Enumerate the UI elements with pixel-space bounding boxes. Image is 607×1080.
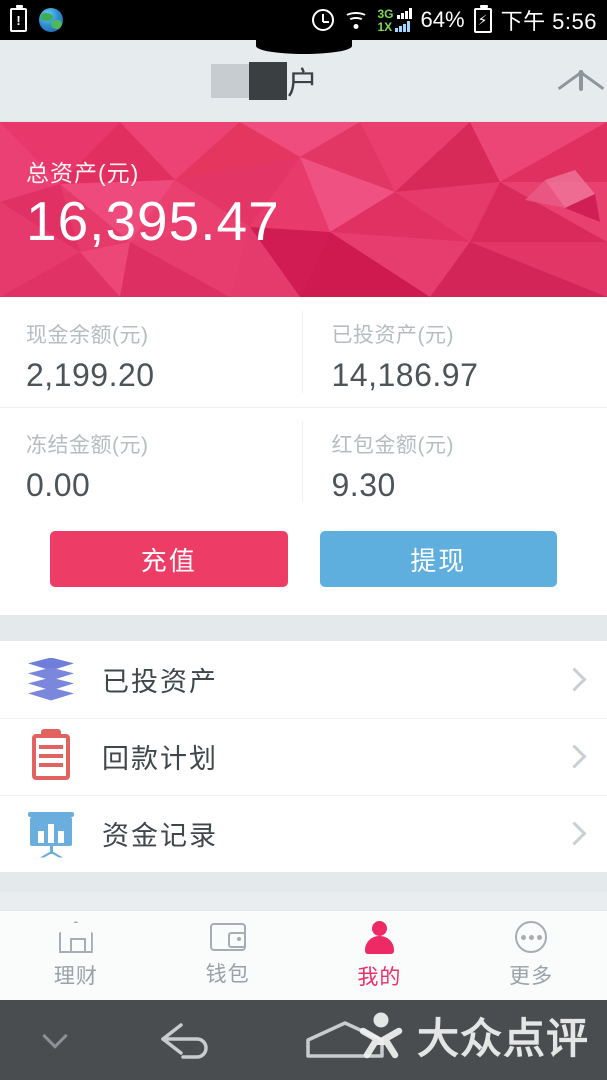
withdraw-button[interactable]: 提现 [319,531,557,587]
menu-item-label: 资金记录 [102,821,218,851]
tab-label: 理财 [53,965,98,988]
tab-more[interactable]: 更多 [455,911,607,1000]
stat-label: 红包金额(元) [331,434,454,457]
total-assets-content: 总资产(元) 16,395.47 [0,122,607,249]
tab-label: 我的 [357,965,402,989]
presentation-chart-icon [22,811,80,858]
stat-label: 冻结金额(元) [26,434,149,457]
tab-licai[interactable]: 理财 [0,911,152,1000]
stat-value: 14,186.97 [331,357,479,393]
stat-cash-balance: 现金余额(元) 2,199.20 [0,297,302,407]
page-title: 户 [211,40,320,121]
menu-item-fund-records[interactable]: 资金记录 [0,795,607,872]
envelope-icon [579,69,583,91]
stat-value: 0.00 [26,467,91,503]
tab-mine[interactable]: 我的 [304,911,456,1000]
total-assets-banner: 总资产(元) 16,395.47 [0,122,607,297]
globe-icon [39,8,63,32]
back-arrow-icon [161,1023,208,1059]
back-button[interactable] [110,1017,260,1063]
status-bar: ! 3G 1X 64% ⚡ 下午 5:56 [0,0,607,40]
page-title-text: 户 [287,66,320,101]
signal-icons: 3G 1X [377,7,412,34]
menu-item-invested-assets[interactable]: 已投资产 [0,641,607,718]
total-assets-value: 16,395.47 [26,190,280,252]
total-assets-label: 总资产(元) [26,160,140,186]
menu-list: 已投资产 回款计划 资金记录 [0,641,607,872]
stat-label: 已投资产(元) [331,324,454,347]
battery-percent: 64% [420,7,465,32]
hide-keyboard-button[interactable] [0,1023,110,1049]
stat-label: 现金余额(元) [26,324,149,347]
chevron-right-icon [562,667,587,692]
person-icon [363,920,395,954]
stat-invested-assets: 已投资产(元) 14,186.97 [301,297,607,407]
menu-item-label: 回款计划 [102,744,218,774]
stats-grid: 现金余额(元) 2,199.20 已投资产(元) 14,186.97 冻结金额(… [0,297,607,517]
action-buttons: 充值 提现 [0,517,607,615]
status-bar-left-icons: ! [10,5,63,32]
signal-3g-label: 3G [377,7,394,21]
bottom-tab-bar: 理财 钱包 我的 更多 [0,910,607,1000]
battery-charging-icon: ⚡ [473,4,492,33]
menu-item-repayment-plan[interactable]: 回款计划 [0,718,607,795]
title-redaction-block-1 [211,63,253,98]
stat-frozen-amount: 冻结金额(元) 0.00 [0,407,302,517]
chevron-down-icon [42,1023,68,1049]
status-bar-time: 下午 5:56 [500,9,597,34]
app-header: 户 [0,38,607,122]
clipboard-icon [22,733,80,780]
home-icon [59,921,93,953]
wifi-icon [343,10,369,30]
wallet-icon [209,923,246,951]
stat-value: 9.30 [331,467,396,503]
mail-button[interactable] [579,69,583,91]
more-ellipsis-icon [515,921,548,953]
layers-icon [22,657,80,702]
alarm-icon [311,9,334,31]
android-nav-bar: 大众点评 [0,1000,607,1080]
stat-red-packet-amount: 红包金额(元) 9.30 [301,407,607,517]
menu-item-label: 已投资产 [102,667,218,697]
status-bar-right-icons: 3G 1X 64% ⚡ 下午 5:56 [311,0,598,40]
signal-1x-label: 1X [377,20,393,34]
chevron-right-icon [562,744,587,769]
tab-wallet[interactable]: 钱包 [152,911,304,1000]
section-divider [0,615,607,641]
title-redaction-block-2 [249,61,287,100]
tab-label: 钱包 [205,963,250,986]
dianping-watermark: 大众点评 [357,1005,589,1066]
stats-row: 现金余额(元) 2,199.20 已投资产(元) 14,186.97 [0,297,607,407]
recharge-button[interactable]: 充值 [50,531,288,587]
watermark-text: 大众点评 [416,1015,589,1062]
stat-value: 2,199.20 [26,357,155,393]
stats-row: 冻结金额(元) 0.00 红包金额(元) 9.30 [0,407,607,517]
tab-label: 更多 [509,965,554,988]
chevron-right-icon [562,821,587,846]
dianping-person-logo [359,1012,403,1058]
section-divider-bottom [0,872,607,892]
battery-warning-icon: ! [10,5,27,32]
